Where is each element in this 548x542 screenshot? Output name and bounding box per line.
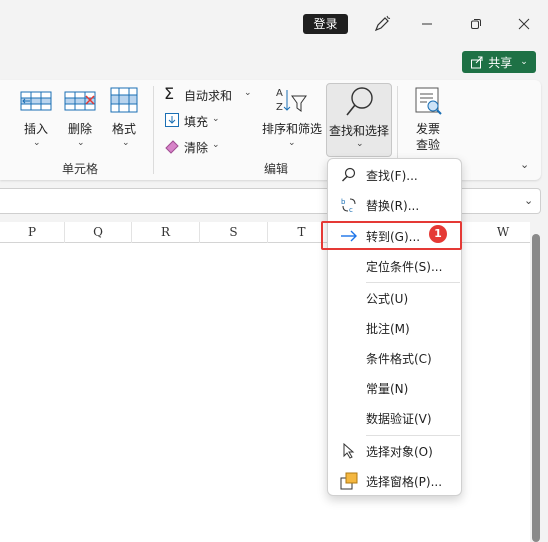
menu-item-comments[interactable]: 批注(M) bbox=[328, 314, 461, 342]
format-chevron-icon: ⌄ bbox=[122, 138, 130, 148]
step-badge: 1 bbox=[429, 225, 447, 243]
delete-cells-icon bbox=[64, 91, 96, 111]
menu-item-label: 数据验证(V) bbox=[366, 411, 432, 426]
invoice-check-label-line1: 发票 bbox=[416, 122, 441, 136]
share-chevron-icon: ⌄ bbox=[520, 57, 528, 67]
sort-filter-button[interactable]: A Z 排序和筛选 ⌄ bbox=[260, 84, 324, 154]
menu-separator bbox=[366, 282, 460, 283]
insert-cells-icon bbox=[20, 91, 52, 111]
menu-item-label: 选择对象(O) bbox=[366, 444, 433, 459]
fill-button[interactable]: 填充 ⌄ bbox=[164, 110, 226, 132]
menu-item-goto-special[interactable]: 定位条件(S)... bbox=[328, 252, 461, 280]
clear-chevron-icon: ⌄ bbox=[212, 140, 220, 150]
replace-icon: bc bbox=[340, 196, 358, 214]
menu-item-constants[interactable]: 常量(N) bbox=[328, 374, 461, 402]
menu-item-find[interactable]: 查找(F)... bbox=[328, 161, 461, 189]
autosum-chevron-icon: ⌄ bbox=[244, 88, 252, 98]
find-select-chevron-icon: ⌄ bbox=[356, 139, 364, 149]
menu-item-label: 查找(F)... bbox=[366, 168, 418, 183]
column-header-s[interactable]: S bbox=[200, 222, 268, 243]
svg-text:A: A bbox=[276, 88, 283, 99]
delete-label: 删除 bbox=[68, 122, 93, 136]
autosum-button[interactable]: Σ 自动求和 ⌄ bbox=[164, 84, 256, 106]
editing-group-label: 编辑 bbox=[264, 162, 289, 176]
fill-down-icon bbox=[165, 113, 179, 127]
menu-separator bbox=[366, 435, 460, 436]
invoice-check-label-line2: 查验 bbox=[416, 138, 441, 152]
format-cells-icon bbox=[110, 87, 138, 113]
menu-item-label: 公式(U) bbox=[366, 291, 409, 306]
invoice-check-icon bbox=[415, 87, 442, 115]
menu-item-selection-pane[interactable]: 选择窗格(P)... bbox=[328, 467, 461, 495]
menu-item-label: 条件格式(C) bbox=[366, 351, 432, 366]
fill-chevron-icon: ⌄ bbox=[212, 114, 220, 124]
cursor-icon bbox=[340, 442, 358, 460]
share-icon bbox=[471, 56, 483, 69]
delete-chevron-icon: ⌄ bbox=[77, 138, 85, 148]
ribbon-divider bbox=[153, 86, 154, 174]
share-button[interactable]: 共享 ⌄ bbox=[462, 51, 536, 73]
insert-chevron-icon: ⌄ bbox=[33, 138, 41, 148]
title-bar: 登录 bbox=[0, 0, 548, 48]
eraser-icon bbox=[165, 140, 179, 154]
fill-label: 填充 bbox=[184, 115, 209, 129]
vertical-scrollbar[interactable] bbox=[532, 234, 540, 542]
pen-icon[interactable] bbox=[370, 12, 394, 36]
find-select-menu: 查找(F)... bc 替换(R)... 转到(G)... 定位条件(S)...… bbox=[327, 158, 462, 496]
column-header-w[interactable]: W bbox=[474, 222, 532, 243]
insert-label: 插入 bbox=[24, 122, 49, 136]
minimize-icon[interactable] bbox=[415, 12, 439, 36]
find-select-button[interactable]: 查找和选择 ⌄ bbox=[326, 83, 392, 157]
insert-button[interactable]: 插入 ⌄ bbox=[18, 86, 54, 154]
menu-item-label: 常量(N) bbox=[366, 381, 409, 396]
column-header-p[interactable]: P bbox=[0, 222, 65, 243]
find-select-label: 查找和选择 bbox=[329, 124, 390, 138]
menu-item-formulas[interactable]: 公式(U) bbox=[328, 284, 461, 312]
clear-button[interactable]: 清除 ⌄ bbox=[164, 136, 226, 158]
svg-text:Z: Z bbox=[276, 102, 283, 113]
cells-group-label: 单元格 bbox=[62, 162, 99, 176]
menu-item-label: 替换(R)... bbox=[366, 198, 420, 213]
menu-item-label: 定位条件(S)... bbox=[366, 259, 443, 274]
login-button[interactable]: 登录 bbox=[303, 14, 348, 34]
menu-item-select-objects[interactable]: 选择对象(O) bbox=[328, 437, 461, 465]
svg-text:c: c bbox=[349, 206, 353, 214]
column-header-r[interactable]: R bbox=[132, 222, 200, 243]
restore-icon[interactable] bbox=[464, 12, 488, 36]
delete-button[interactable]: 删除 ⌄ bbox=[62, 86, 98, 154]
format-button[interactable]: 格式 ⌄ bbox=[107, 86, 143, 154]
magnifier-icon bbox=[346, 87, 373, 116]
menu-item-conditional-formatting[interactable]: 条件格式(C) bbox=[328, 344, 461, 372]
invoice-check-button[interactable]: 发票 查验 bbox=[406, 84, 450, 156]
search-icon bbox=[340, 166, 358, 184]
ribbon-collapse-chevron-icon[interactable]: ⌄ bbox=[520, 158, 529, 171]
autosum-label: 自动求和 bbox=[184, 89, 233, 103]
close-icon[interactable] bbox=[512, 12, 536, 36]
menu-item-label: 批注(M) bbox=[366, 321, 410, 336]
menu-item-replace[interactable]: bc 替换(R)... bbox=[328, 191, 461, 219]
formula-bar-expand-icon[interactable]: ⌄ bbox=[524, 194, 533, 207]
clear-label: 清除 bbox=[184, 141, 209, 155]
menu-item-label: 选择窗格(P)... bbox=[366, 474, 443, 489]
menu-item-data-validation[interactable]: 数据验证(V) bbox=[328, 404, 461, 432]
format-label: 格式 bbox=[112, 122, 137, 136]
svg-text:b: b bbox=[341, 198, 346, 206]
sort-filter-icon: A Z bbox=[276, 88, 307, 113]
sigma-icon: Σ bbox=[164, 84, 175, 103]
share-label: 共享 bbox=[488, 55, 513, 70]
sort-filter-chevron-icon: ⌄ bbox=[288, 138, 296, 148]
sort-filter-label: 排序和筛选 bbox=[262, 122, 323, 136]
selection-pane-icon bbox=[340, 472, 358, 490]
column-header-q[interactable]: Q bbox=[65, 222, 132, 243]
